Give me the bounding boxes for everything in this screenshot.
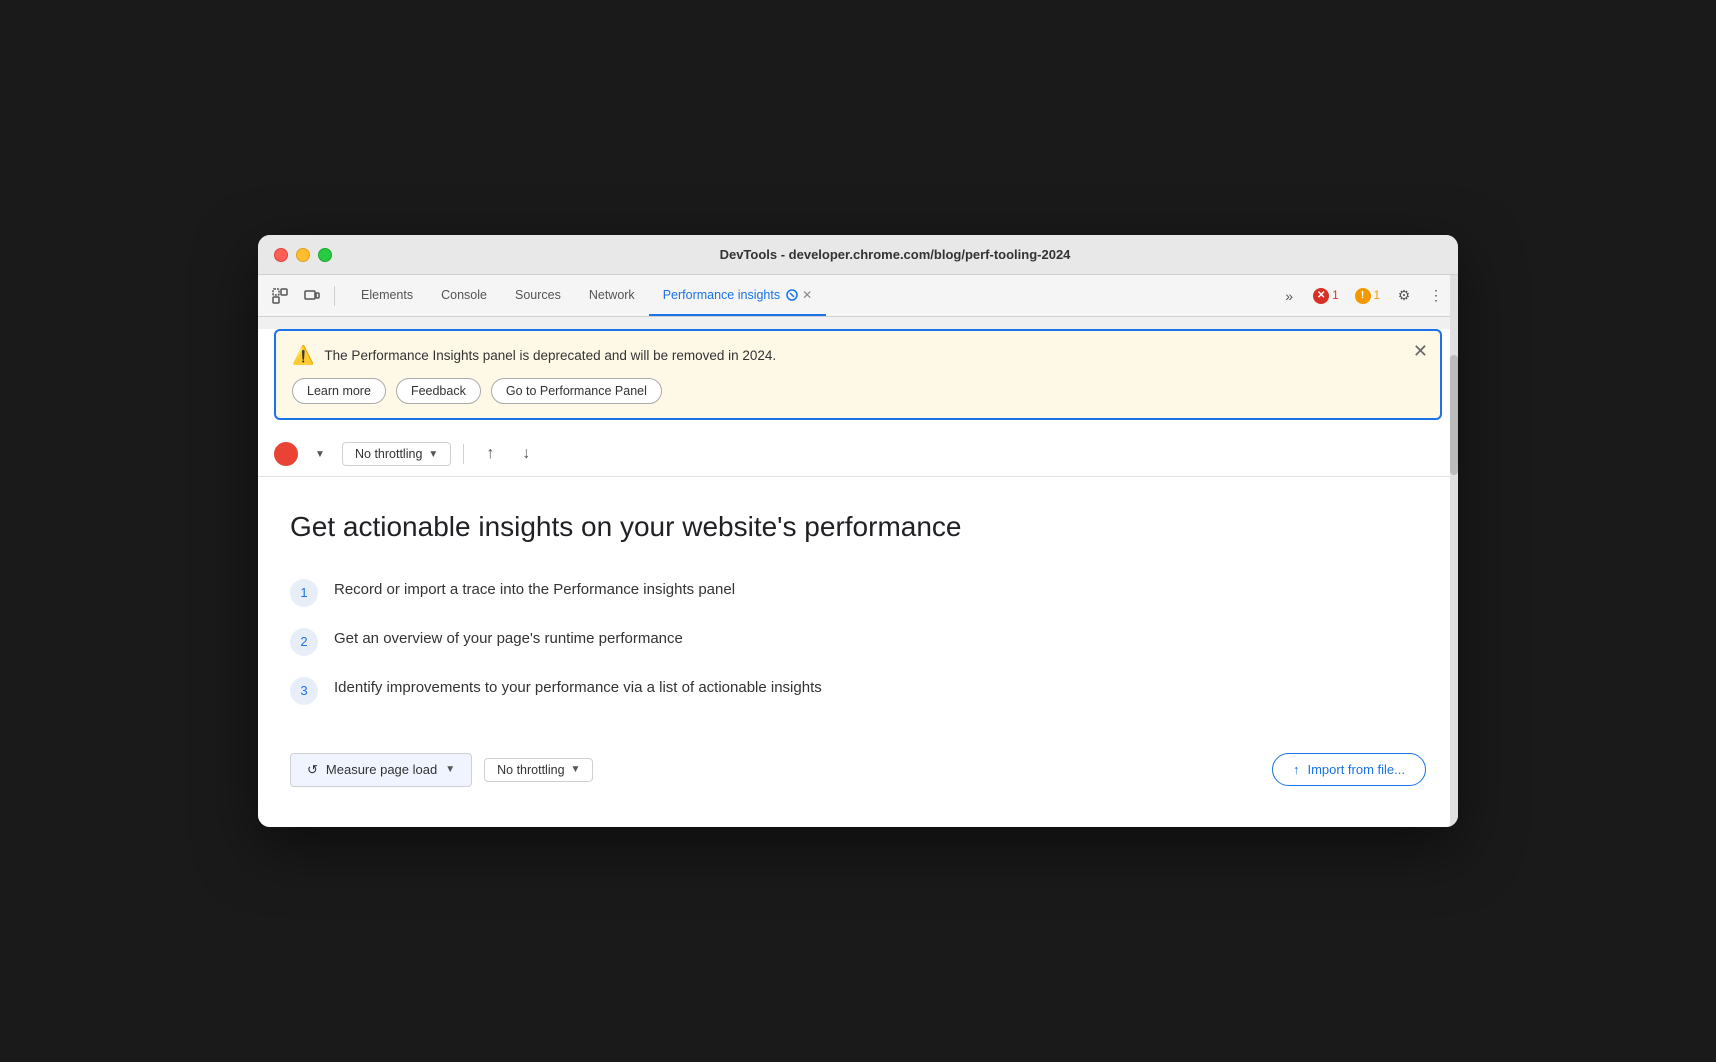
tab-network[interactable]: Network (575, 275, 649, 316)
tab-sources[interactable]: Sources (501, 275, 575, 316)
maximize-traffic-light[interactable] (318, 248, 332, 262)
step-number-1: 1 (290, 579, 318, 607)
banner-buttons: Learn more Feedback Go to Performance Pa… (292, 378, 1424, 404)
tab-bar-right: » ✕ 1 ! 1 ⚙ ⋮ (1275, 282, 1450, 310)
step-text-1: Record or import a trace into the Perfor… (334, 578, 735, 602)
feedback-button[interactable]: Feedback (396, 378, 481, 404)
throttling-dropdown-2[interactable]: No throttling ▼ (484, 758, 593, 782)
devtools-window: DevTools - developer.chrome.com/blog/per… (258, 235, 1458, 826)
record-button[interactable] (274, 442, 298, 466)
main-content: ⚠️ The Performance Insights panel is dep… (258, 329, 1458, 826)
banner-close-button[interactable]: ✕ (1413, 341, 1428, 362)
scrollbar[interactable] (1450, 275, 1458, 826)
step-item-2: 2 Get an overview of your page's runtime… (290, 627, 1426, 656)
recording-toolbar: ▼ No throttling ▼ ↑ ↓ (258, 432, 1458, 477)
step-text-2: Get an overview of your page's runtime p… (334, 627, 683, 651)
divider (334, 286, 335, 306)
tab-list: Elements Console Sources Network Perform… (347, 275, 1275, 316)
warning-triangle-icon: ⚠️ (292, 345, 314, 366)
error-badge-icon: ✕ (1313, 288, 1329, 304)
throttling-dropdown[interactable]: No throttling ▼ (342, 442, 451, 466)
traffic-lights (274, 248, 332, 262)
warning-badge-icon: ! (1355, 288, 1371, 304)
scrollbar-thumb[interactable] (1450, 355, 1458, 475)
device-toggle-icon[interactable] (298, 282, 326, 310)
go-to-performance-panel-button[interactable]: Go to Performance Panel (491, 378, 662, 404)
warning-badge[interactable]: ! 1 (1349, 286, 1386, 306)
record-dropdown-chevron[interactable]: ▼ (306, 440, 334, 468)
bottom-toolbar: ↺ Measure page load ▼ No throttling ▼ ↑ … (290, 753, 1426, 787)
step-number-2: 2 (290, 628, 318, 656)
tab-console[interactable]: Console (427, 275, 501, 316)
toolbar-divider (463, 444, 464, 464)
throttling-chevron-icon: ▼ (428, 449, 438, 460)
import-button[interactable]: ↓ (512, 440, 540, 468)
tab-bar: Elements Console Sources Network Perform… (258, 275, 1458, 317)
devtools-body: Elements Console Sources Network Perform… (258, 275, 1458, 826)
error-badge[interactable]: ✕ 1 (1307, 286, 1344, 306)
step-item-1: 1 Record or import a trace into the Perf… (290, 578, 1426, 607)
step-text-3: Identify improvements to your performanc… (334, 676, 822, 700)
close-traffic-light[interactable] (274, 248, 288, 262)
import-from-file-button[interactable]: ↑ Import from file... (1272, 753, 1426, 786)
tab-bar-left-tools (266, 282, 339, 310)
step-item-3: 3 Identify improvements to your performa… (290, 676, 1426, 705)
reload-icon: ↺ (307, 762, 318, 778)
banner-message: ⚠️ The Performance Insights panel is dep… (292, 345, 1424, 366)
tab-close-icon[interactable]: ✕ (802, 288, 812, 302)
step-number-3: 3 (290, 677, 318, 705)
export-button[interactable]: ↑ (476, 440, 504, 468)
steps-list: 1 Record or import a trace into the Perf… (290, 578, 1426, 705)
minimize-traffic-light[interactable] (296, 248, 310, 262)
learn-more-button[interactable]: Learn more (292, 378, 386, 404)
tab-elements[interactable]: Elements (347, 275, 427, 316)
import-upload-icon: ↑ (1293, 762, 1300, 777)
measure-chevron-icon: ▼ (445, 764, 455, 775)
window-title: DevTools - developer.chrome.com/blog/per… (348, 247, 1442, 262)
settings-icon[interactable]: ⚙ (1390, 282, 1418, 310)
title-bar: DevTools - developer.chrome.com/blog/per… (258, 235, 1458, 275)
content-area: Get actionable insights on your website'… (258, 477, 1458, 826)
more-tabs-icon[interactable]: » (1275, 282, 1303, 310)
inspector-icon[interactable] (266, 282, 294, 310)
deprecation-banner: ⚠️ The Performance Insights panel is dep… (274, 329, 1442, 420)
menu-icon[interactable]: ⋮ (1422, 282, 1450, 310)
throttling2-chevron-icon: ▼ (571, 764, 581, 775)
tab-performance-insights[interactable]: Performance insights ✕ (649, 275, 826, 316)
measure-page-load-button[interactable]: ↺ Measure page load ▼ (290, 753, 472, 787)
page-title: Get actionable insights on your website'… (290, 509, 1426, 545)
